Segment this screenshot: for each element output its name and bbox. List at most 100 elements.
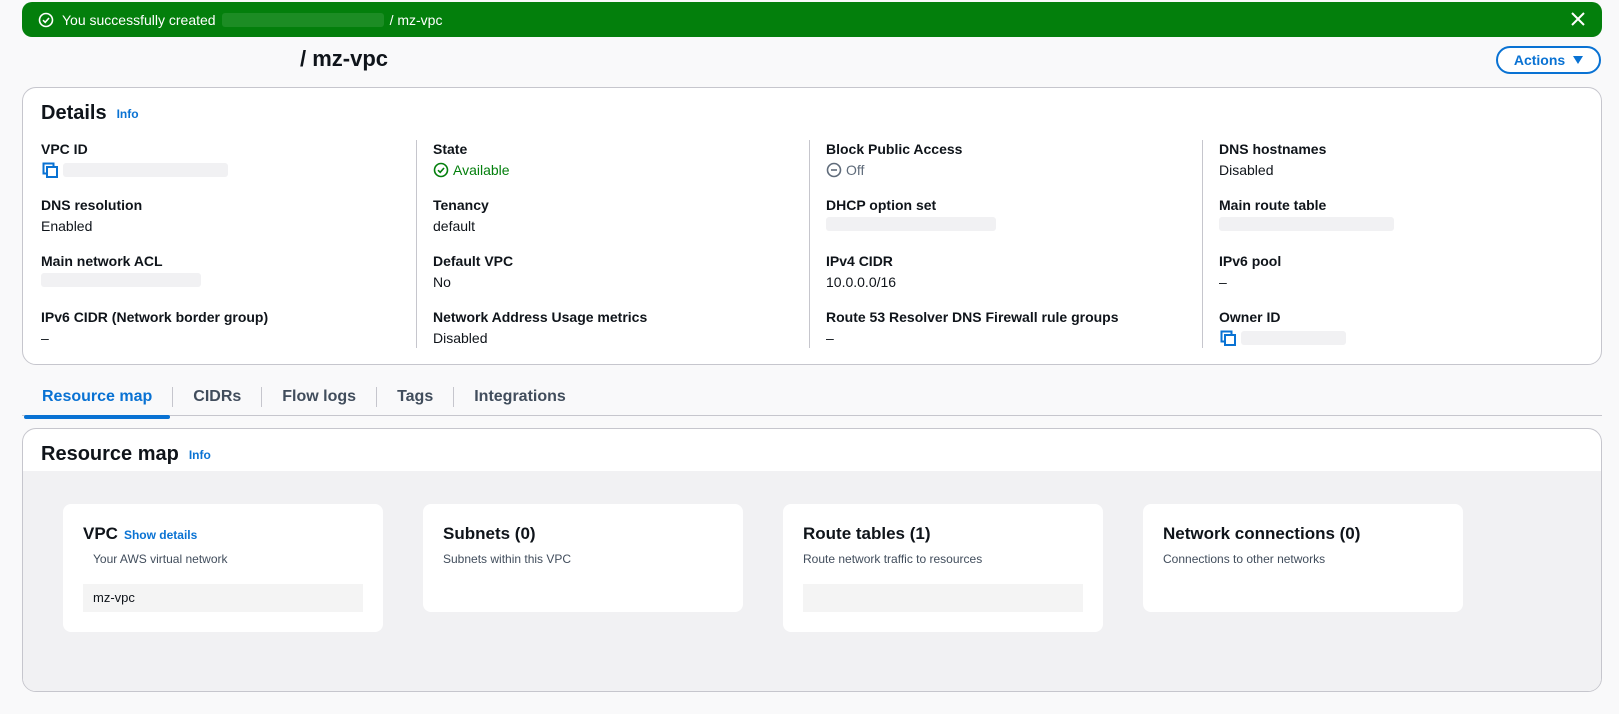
- field-label: Owner ID: [1219, 309, 1281, 325]
- field-main-route-table: Main route table: [1219, 196, 1576, 252]
- field-value: Disabled: [433, 330, 488, 346]
- resource-map-info-link[interactable]: Info: [189, 448, 211, 462]
- field-dhcp-option-set: DHCP option set: [826, 196, 1183, 252]
- banner-message-prefix: You successfully created: [62, 11, 216, 28]
- network-connections-card: Network connections (0) Connections to o…: [1143, 504, 1463, 612]
- field-label: VPC ID: [41, 141, 88, 157]
- close-icon[interactable]: [1570, 11, 1586, 27]
- field-label: IPv6 CIDR (Network border group): [41, 309, 269, 325]
- route-table-redacted[interactable]: [1219, 217, 1394, 231]
- copy-icon[interactable]: [1219, 329, 1237, 347]
- off-minus-icon: [826, 162, 842, 178]
- route-table-item[interactable]: [803, 584, 1083, 612]
- state-value: Available: [453, 162, 510, 178]
- field-nau-metrics: Network Address Usage metrics Disabled: [433, 308, 790, 364]
- caret-down-icon: [1573, 56, 1584, 64]
- details-info-link[interactable]: Info: [117, 107, 139, 121]
- details-heading: Details Info: [41, 102, 139, 125]
- owner-id-redacted: [1241, 331, 1346, 345]
- subnets-card: Subnets (0) Subnets within this VPC: [423, 504, 743, 612]
- field-main-network-acl: Main network ACL: [41, 252, 415, 308]
- field-value: [1219, 217, 1576, 231]
- route-tables-card-title: Route tables (1): [803, 524, 931, 543]
- details-panel: Details Info VPC ID DNS resolution Enable…: [22, 87, 1602, 365]
- details-column-1: VPC ID DNS resolution Enabled Main netwo…: [41, 140, 415, 348]
- field-label: DNS hostnames: [1219, 141, 1327, 157]
- details-column-3: Block Public Access Off DHCP option set …: [809, 140, 1183, 348]
- field-label: IPv4 CIDR: [826, 253, 893, 269]
- actions-button[interactable]: Actions: [1496, 46, 1601, 74]
- details-column-4: DNS hostnames Disabled Main route table …: [1202, 140, 1576, 348]
- actions-button-label: Actions: [1513, 52, 1566, 68]
- resource-map-title: Resource map: [41, 443, 179, 465]
- block-public-access-value: Off: [846, 162, 865, 178]
- field-value: No: [433, 274, 451, 290]
- field-value: Available: [433, 161, 790, 179]
- banner-message-suffix: / mz-vpc: [389, 11, 443, 28]
- route-tables-card-subtitle: Route network traffic to resources: [803, 552, 983, 566]
- tab-flow-logs[interactable]: Flow logs: [261, 386, 376, 407]
- banner-redacted-id: [221, 12, 384, 27]
- field-block-public-access: Block Public Access Off: [826, 140, 1183, 196]
- tab-integrations[interactable]: Integrations: [453, 386, 586, 407]
- field-label: Main network ACL: [41, 253, 163, 269]
- subnets-card-title: Subnets (0): [443, 524, 536, 543]
- available-check-icon: [433, 162, 449, 178]
- copy-icon[interactable]: [41, 161, 59, 179]
- vpc-id-redacted: [63, 163, 228, 177]
- field-value: –: [826, 330, 834, 346]
- field-value: Disabled: [1219, 162, 1274, 178]
- field-value: Enabled: [41, 218, 93, 234]
- field-ipv6-pool: IPv6 pool –: [1219, 252, 1576, 308]
- field-value: –: [41, 330, 49, 346]
- vpc-card: VPC Show details Your AWS virtual network…: [63, 504, 383, 632]
- page-title: / mz-vpc: [300, 46, 389, 71]
- field-label: Default VPC: [433, 253, 514, 269]
- field-route53-firewall: Route 53 Resolver DNS Firewall rule grou…: [826, 308, 1183, 364]
- tab-tags[interactable]: Tags: [376, 386, 453, 407]
- field-value: [826, 217, 1183, 231]
- field-label: Network Address Usage metrics: [433, 309, 648, 325]
- field-value: [41, 273, 415, 287]
- field-value: –: [1219, 274, 1227, 290]
- details-title: Details: [41, 102, 107, 124]
- field-ipv4-cidr: IPv4 CIDR 10.0.0.0/16: [826, 252, 1183, 308]
- field-dns-hostnames: DNS hostnames Disabled: [1219, 140, 1576, 196]
- network-acl-redacted[interactable]: [41, 273, 201, 287]
- vpc-card-title: VPC: [83, 524, 118, 543]
- field-value: [41, 161, 415, 179]
- network-connections-card-subtitle: Connections to other networks: [1163, 552, 1326, 566]
- field-vpc-id: VPC ID: [41, 140, 415, 196]
- field-label: State: [433, 141, 468, 157]
- field-value: Off: [826, 161, 1183, 179]
- tab-cidrs[interactable]: CIDRs: [172, 386, 261, 407]
- network-connections-card-title: Network connections (0): [1163, 524, 1361, 543]
- field-default-vpc: Default VPC No: [433, 252, 790, 308]
- dhcp-redacted[interactable]: [826, 217, 996, 231]
- success-banner: You successfully created / mz-vpc: [22, 2, 1602, 37]
- field-dns-resolution: DNS resolution Enabled: [41, 196, 415, 252]
- vpc-card-subtitle: Your AWS virtual network: [93, 552, 228, 566]
- field-label: IPv6 pool: [1219, 253, 1282, 269]
- field-label: Route 53 Resolver DNS Firewall rule grou…: [826, 309, 1119, 325]
- field-label: Block Public Access: [826, 141, 963, 157]
- tab-bar: Resource map CIDRs Flow logs Tags Integr…: [22, 378, 1602, 419]
- field-value: 10.0.0.0/16: [826, 274, 897, 290]
- route-tables-card: Route tables (1) Route network traffic t…: [783, 504, 1103, 632]
- field-value: [1219, 329, 1576, 347]
- field-tenancy: Tenancy default: [433, 196, 790, 252]
- vpc-item[interactable]: mz-vpc: [83, 584, 363, 612]
- field-label: DNS resolution: [41, 197, 143, 213]
- field-label: DHCP option set: [826, 197, 937, 213]
- resource-map-panel: Resource map Info VPC Show details Your AW…: [22, 428, 1602, 692]
- field-state: State Available: [433, 140, 790, 196]
- field-label: Main route table: [1219, 197, 1327, 213]
- show-details-link[interactable]: Show details: [124, 528, 197, 542]
- field-owner-id: Owner ID: [1219, 308, 1576, 364]
- field-ipv6-cidr: IPv6 CIDR (Network border group) –: [41, 308, 415, 364]
- subnets-card-subtitle: Subnets within this VPC: [443, 552, 572, 566]
- success-check-icon: [38, 12, 54, 28]
- details-column-2: State Available Tenancy default Default …: [416, 140, 790, 348]
- resource-map-heading: Resource map Info: [41, 443, 211, 466]
- tab-resource-map[interactable]: Resource map: [22, 387, 172, 419]
